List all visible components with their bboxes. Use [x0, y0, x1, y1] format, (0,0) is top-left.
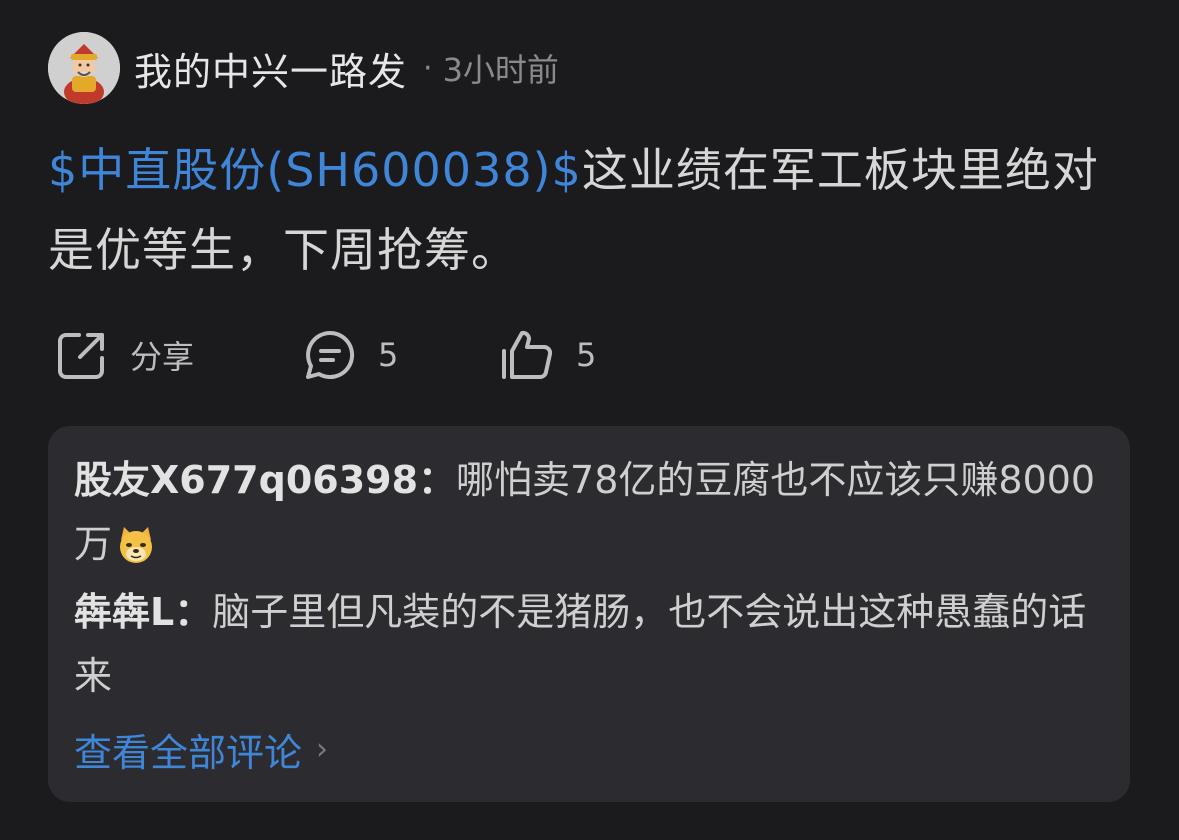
comment-author[interactable]: 股友X677q06398：	[74, 458, 456, 502]
author-name[interactable]: 我的中兴一路发	[134, 41, 407, 96]
comment-text: 脑子里但凡装的不是猪肠，也不会说出这种愚蠢的话来	[74, 590, 1087, 698]
comment-item: 犇犇L：脑子里但凡装的不是猪肠，也不会说出这种愚蠢的话来	[74, 580, 1109, 708]
comment-item: 股友X677q06398：哪怕卖78亿的豆腐也不应该只赚8000万	[74, 448, 1109, 576]
share-label: 分享	[130, 338, 195, 376]
post-content: $中直股份(SH600038)$这业绩在军工板块里绝对是优等生，下周抢筹。	[48, 130, 1128, 290]
view-all-label: 查看全部评论	[74, 731, 303, 775]
separator-dot: ·	[423, 50, 433, 86]
post-timestamp: 3小时前	[442, 51, 559, 89]
chevron-right-icon: ›	[316, 732, 329, 767]
like-count: 5	[576, 336, 597, 374]
thumbs-up-icon	[502, 330, 553, 379]
doge-emoji-icon	[120, 526, 153, 563]
post-header: 我的中兴一路发 · 3小时前	[48, 32, 559, 104]
share-icon	[58, 333, 104, 379]
avatar-image	[48, 32, 120, 104]
comment-count: 5	[378, 336, 399, 374]
comment-icon	[306, 330, 355, 379]
share-button[interactable]: 分享	[52, 320, 194, 390]
comment-button[interactable]: 5	[300, 320, 398, 390]
stock-tag-link[interactable]: $中直股份(SH600038)$	[48, 143, 582, 197]
avatar[interactable]	[48, 32, 120, 104]
view-all-comments-link[interactable]: 查看全部评论 ›	[74, 722, 328, 777]
like-button[interactable]: 5	[498, 320, 596, 390]
comment-author[interactable]: 犇犇L：	[74, 590, 212, 634]
comments-preview-card[interactable]: 股友X677q06398：哪怕卖78亿的豆腐也不应该只赚8000万 犇犇L：脑子…	[48, 426, 1130, 802]
action-bar: 分享 5 5	[48, 320, 748, 390]
